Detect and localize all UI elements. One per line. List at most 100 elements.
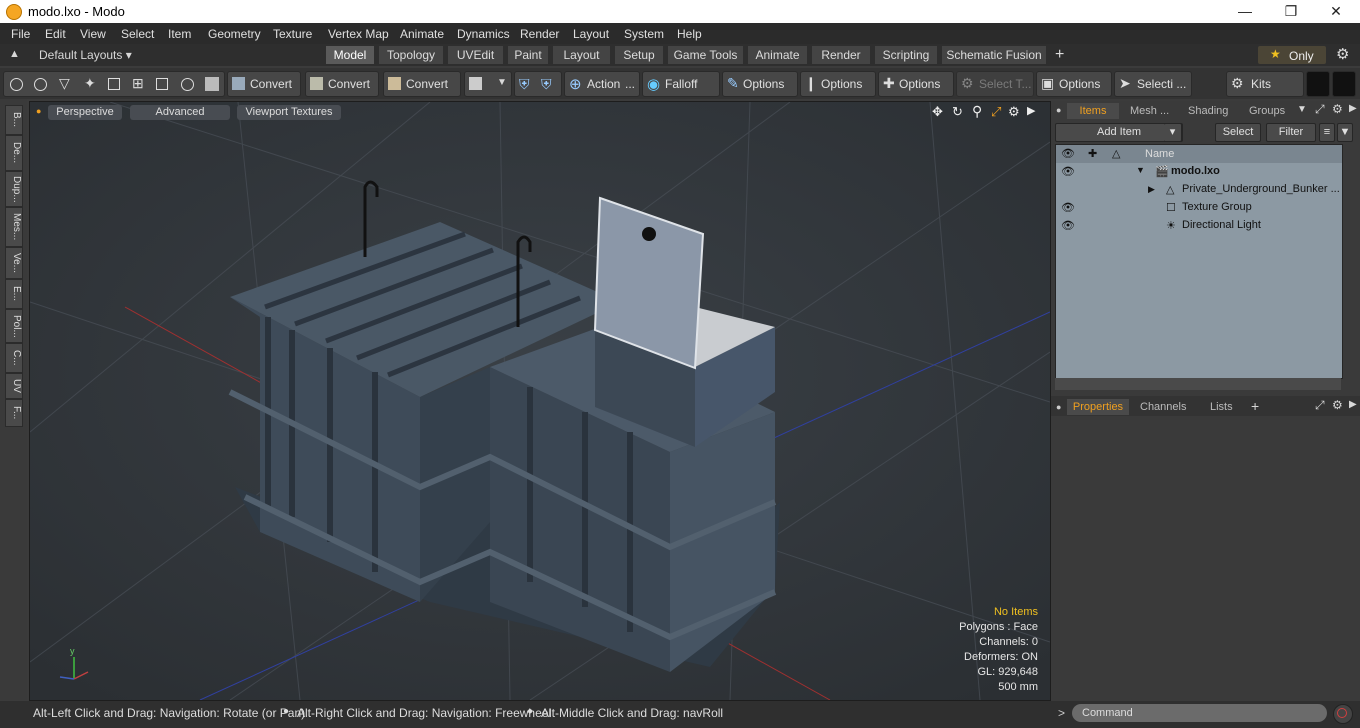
tab-scripting[interactable]: Scripting: [874, 46, 937, 64]
menu-edit[interactable]: Edit: [45, 27, 66, 41]
primitive-dropdown[interactable]: ▼: [464, 71, 512, 97]
filter-button[interactable]: Filter: [1266, 123, 1316, 142]
menu-help[interactable]: Help: [677, 27, 702, 41]
menu-file[interactable]: File: [11, 27, 30, 41]
menu-animate[interactable]: Animate: [400, 27, 444, 41]
tab-render[interactable]: Render: [811, 46, 870, 64]
strip-tab-fusion[interactable]: F...: [5, 399, 23, 427]
options-button-2[interactable]: ❙ Options: [800, 71, 876, 97]
command-input[interactable]: Command: [1072, 704, 1327, 722]
perspective-dropdown[interactable]: Perspective: [48, 105, 122, 120]
menu-system[interactable]: System: [624, 27, 664, 41]
unity-icon[interactable]: [1306, 71, 1330, 97]
convert-button-2[interactable]: Convert: [305, 71, 379, 97]
tab-game-tools[interactable]: Game Tools: [667, 46, 743, 64]
menu-dynamics[interactable]: Dynamics: [457, 27, 510, 41]
menu-render[interactable]: Render: [520, 27, 559, 41]
item-select-icon[interactable]: ⊞: [132, 75, 146, 91]
tabs-overflow-icon[interactable]: ▼: [1297, 104, 1307, 115]
item-row-texture-group[interactable]: 👁 ☐ Texture Group: [1056, 199, 1342, 217]
viewport-menu-icon[interactable]: ●: [36, 106, 41, 116]
viewport-textures-dropdown[interactable]: Viewport Textures: [237, 105, 341, 120]
properties-expand-icon[interactable]: ⤢: [1315, 398, 1325, 413]
polygon-select-icon[interactable]: [108, 78, 120, 90]
tab-animate[interactable]: Animate: [747, 46, 807, 64]
item-row-mesh[interactable]: ▶ △ Private_Underground_Bunker ...: [1056, 181, 1342, 199]
convert-button-3[interactable]: Convert: [383, 71, 461, 97]
strip-tab-curve[interactable]: C...: [5, 343, 23, 373]
strip-tab-polygon[interactable]: Pol...: [5, 309, 23, 343]
pivot-select-icon[interactable]: [181, 78, 194, 91]
shield-icon[interactable]: ⛨: [519, 76, 533, 92]
layout-toggle-icon[interactable]: ▲: [9, 48, 20, 60]
globe-icon[interactable]: [34, 78, 47, 91]
menu-vertex-map[interactable]: Vertex Map: [328, 27, 389, 41]
tab-schematic-fusion[interactable]: Schematic Fusion: [941, 46, 1046, 64]
menu-texture[interactable]: Texture: [273, 27, 312, 41]
strip-tab-deform[interactable]: De...: [5, 135, 23, 171]
zoom-icon[interactable]: ⚲: [972, 103, 982, 120]
menu-select[interactable]: Select: [121, 27, 154, 41]
strip-tab-vertex[interactable]: Ve...: [5, 247, 23, 279]
menu-view[interactable]: View: [80, 27, 106, 41]
items-gear-icon[interactable]: ⚙: [1332, 102, 1343, 116]
3d-viewport[interactable]: y ● Perspective Advanced Viewport Textur…: [29, 101, 1051, 701]
viewport-gear-icon[interactable]: ⚙: [1008, 104, 1020, 120]
menu-geometry[interactable]: Geometry: [208, 27, 261, 41]
strip-tab-mesh-edit[interactable]: Mes...: [5, 207, 23, 247]
selection-sets-button[interactable]: ➤ Selecti ...: [1114, 71, 1192, 97]
strip-tab-basic[interactable]: B...: [5, 105, 23, 135]
shield-check-icon[interactable]: ⛨: [541, 76, 555, 92]
eye-icon[interactable]: 👁: [1061, 201, 1075, 214]
vertex-select-icon[interactable]: ▽: [59, 75, 73, 91]
advanced-dropdown[interactable]: Advanced: [130, 105, 230, 120]
viewport-expand-icon[interactable]: ▶: [1027, 104, 1035, 117]
select-sphere-icon[interactable]: [10, 78, 23, 91]
items-panel-menu-icon[interactable]: ●: [1056, 105, 1061, 115]
menu-item[interactable]: Item: [168, 27, 191, 41]
cube-icon[interactable]: [205, 77, 219, 91]
tab-setup[interactable]: Setup: [614, 46, 663, 64]
minimize-icon[interactable]: —: [1222, 0, 1268, 23]
collapsed-arrow-icon[interactable]: ▶: [1148, 184, 1155, 195]
select-button[interactable]: Select: [1215, 123, 1261, 142]
item-list-hscrollbar[interactable]: [1055, 378, 1341, 390]
eye-icon[interactable]: 👁: [1061, 219, 1075, 232]
properties-gear-icon[interactable]: ⚙: [1332, 398, 1343, 412]
tab-channels[interactable]: Channels: [1140, 399, 1186, 415]
record-icon[interactable]: [1333, 704, 1353, 724]
pan-icon[interactable]: ✥: [932, 104, 943, 120]
kits-button[interactable]: ⚙ Kits: [1226, 71, 1304, 97]
collapse-icon[interactable]: ≡: [1319, 123, 1335, 142]
select-through-button[interactable]: ⚙ Select T...: [956, 71, 1034, 97]
items-arrow-icon[interactable]: ▶: [1349, 103, 1357, 114]
fit-view-icon[interactable]: ⤢: [991, 104, 1001, 120]
gear-icon[interactable]: ⚙: [1336, 45, 1349, 63]
add-item-dropdown-icon[interactable]: ▾: [1164, 123, 1182, 142]
maximize-icon[interactable]: ❐: [1268, 0, 1314, 23]
expand-panel-icon[interactable]: ⤢: [1315, 102, 1325, 117]
tab-topology[interactable]: Topology: [378, 46, 443, 64]
item-row-directional-light[interactable]: 👁 ☀ Directional Light: [1056, 217, 1342, 235]
edge-select-icon[interactable]: ✦: [84, 75, 98, 91]
action-center-button[interactable]: ⊕ Action ...: [564, 71, 640, 97]
strip-tab-duplicate[interactable]: Dup...: [5, 171, 23, 207]
tab-groups[interactable]: Groups: [1249, 103, 1285, 119]
tab-model[interactable]: Model: [325, 46, 374, 64]
options-button-1[interactable]: ✎ Options: [722, 71, 798, 97]
tab-paint[interactable]: Paint: [507, 46, 548, 64]
close-icon[interactable]: ✕: [1313, 0, 1359, 23]
options-button-4[interactable]: ▣ Options: [1036, 71, 1112, 97]
properties-menu-icon[interactable]: ●: [1056, 402, 1061, 412]
expand-arrow-icon[interactable]: ▼: [1136, 165, 1145, 175]
tab-properties[interactable]: Properties: [1067, 399, 1129, 415]
default-layouts-dropdown[interactable]: Default Layouts ▾: [39, 48, 132, 62]
tab-mesh[interactable]: Mesh ...: [1130, 103, 1169, 119]
tab-shading[interactable]: Shading: [1188, 103, 1228, 119]
only-toggle[interactable]: ★ Only: [1258, 46, 1326, 64]
menu-layout[interactable]: Layout: [573, 27, 609, 41]
strip-tab-uv[interactable]: UV: [5, 373, 23, 399]
tab-lists[interactable]: Lists: [1210, 399, 1233, 415]
add-properties-tab-icon[interactable]: +: [1251, 398, 1259, 414]
tab-items[interactable]: Items: [1067, 103, 1119, 119]
